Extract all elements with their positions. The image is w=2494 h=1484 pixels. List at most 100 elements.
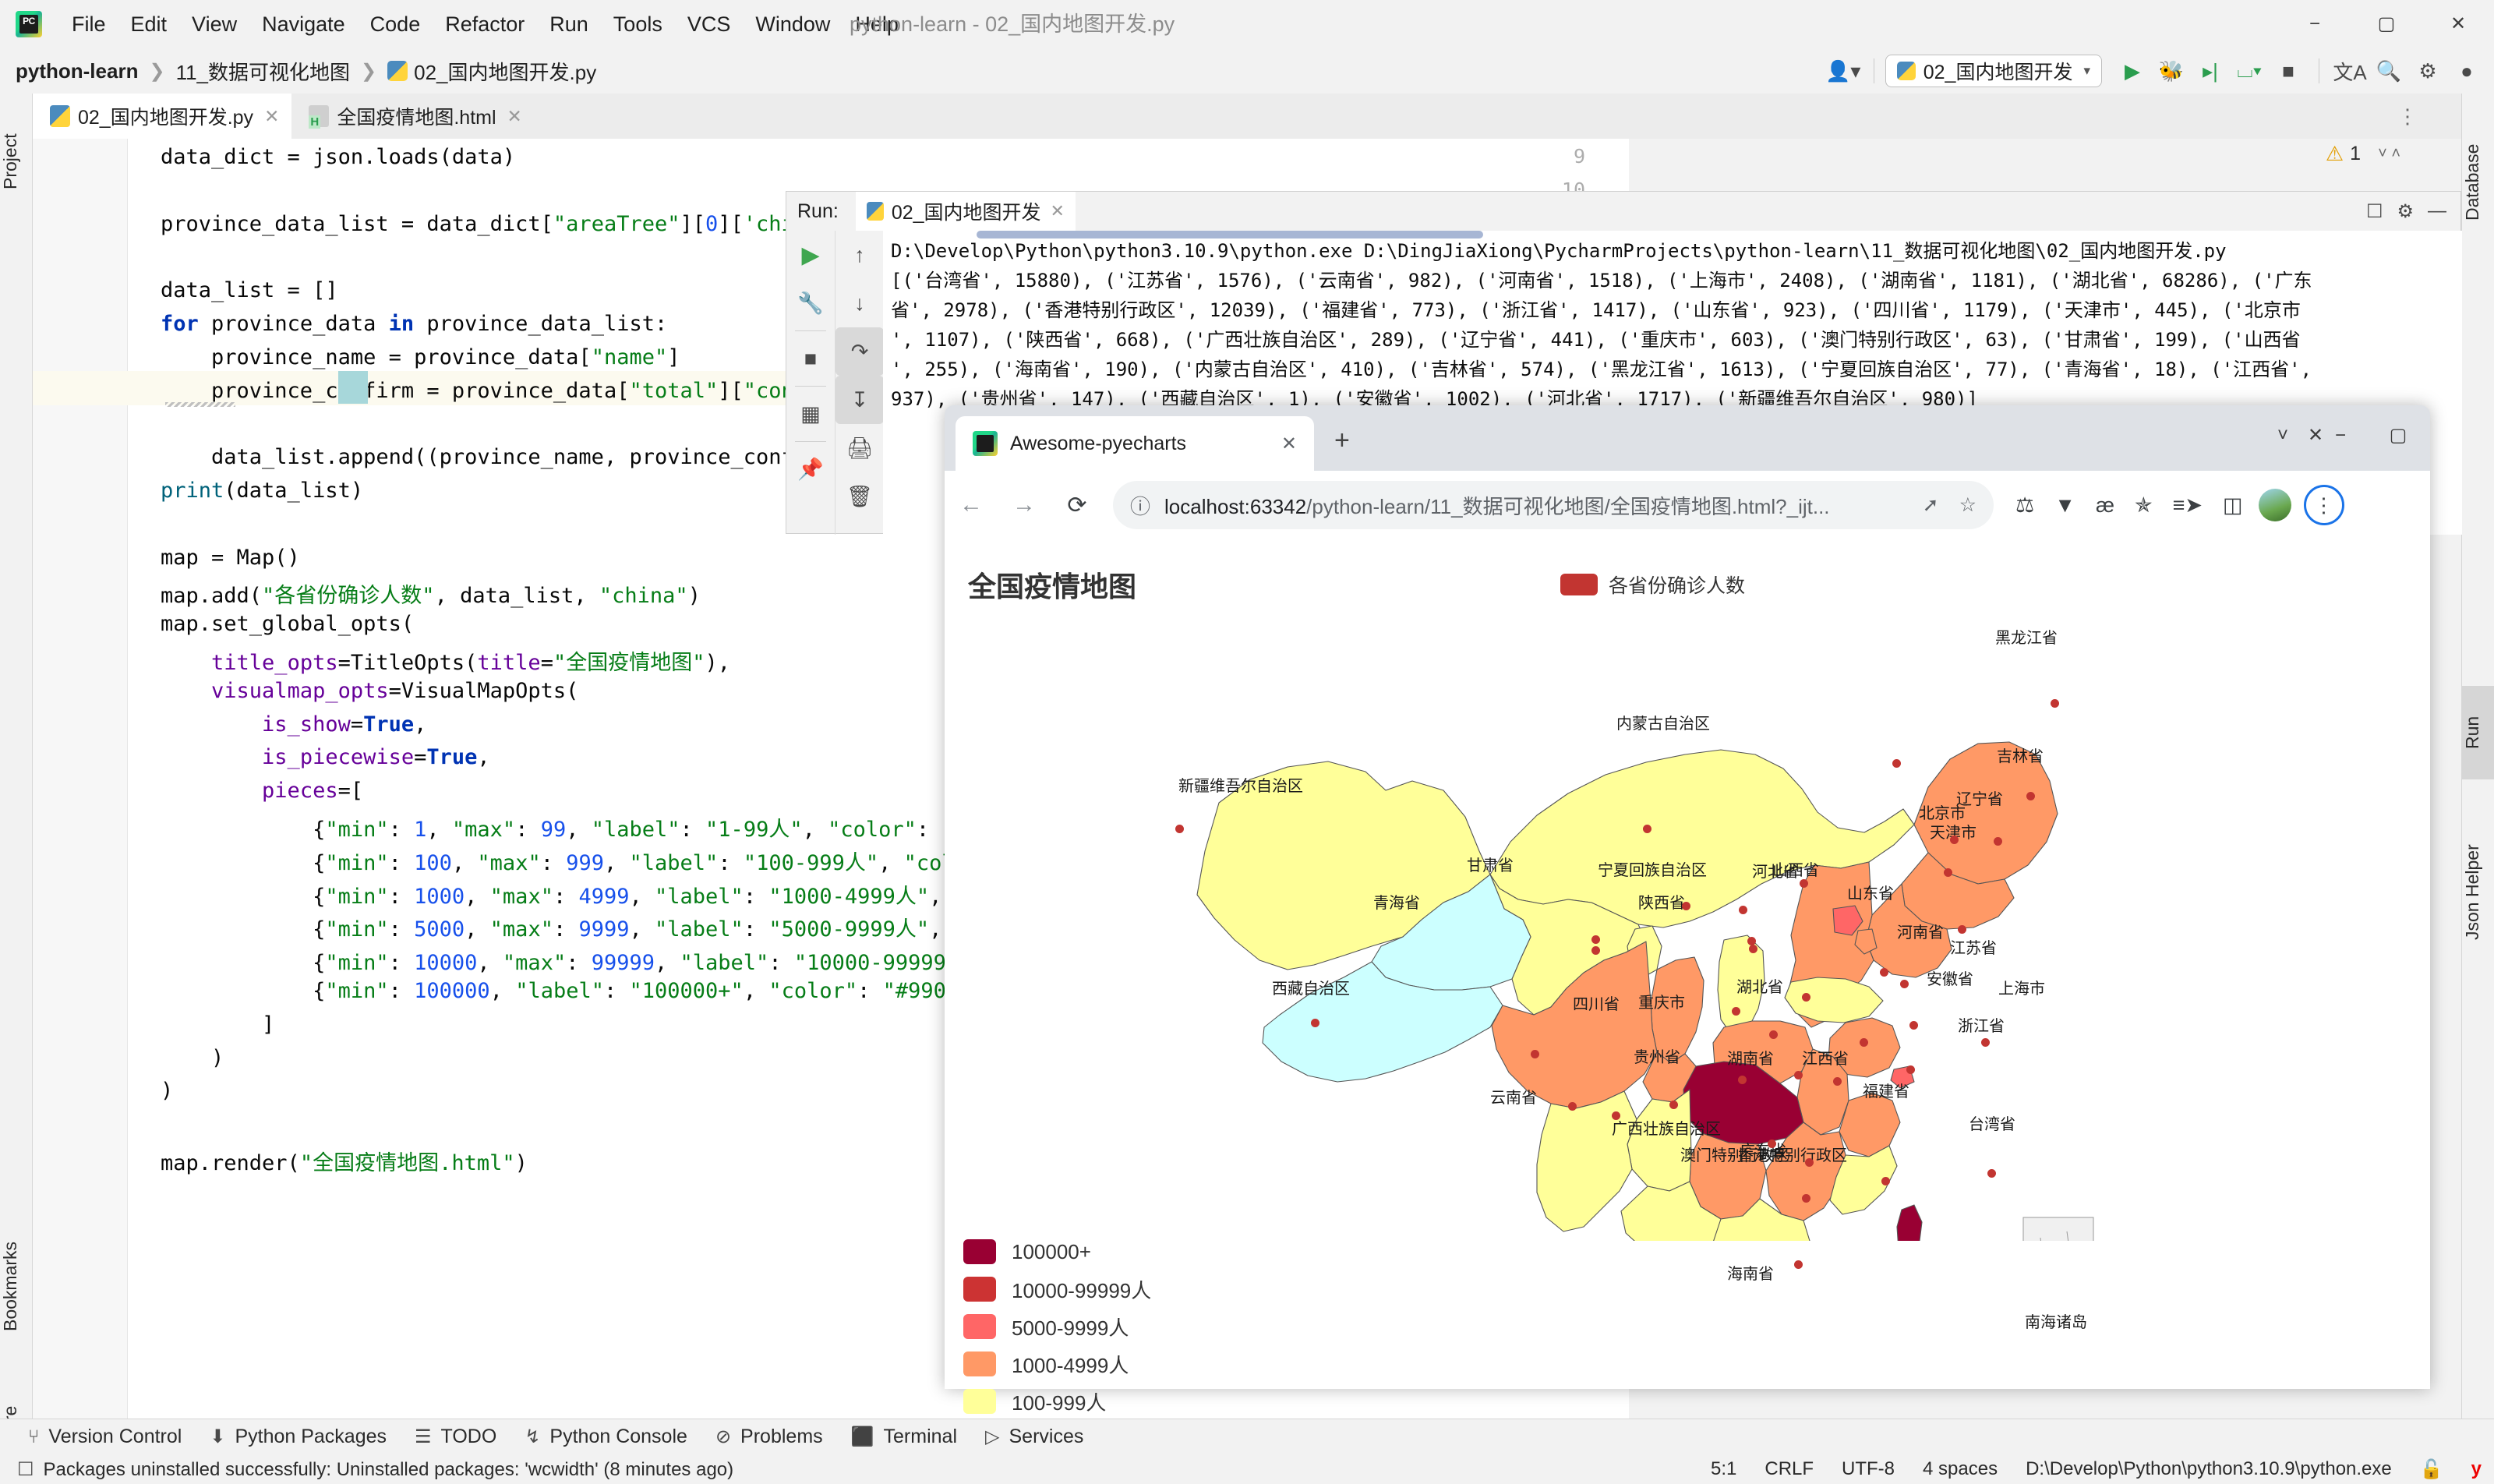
indent-setting[interactable]: 4 spaces bbox=[1923, 1458, 1998, 1480]
bottom-bar-item-terminal[interactable]: ⬛ Terminal bbox=[851, 1426, 957, 1448]
side-panel-icon[interactable]: ◫ bbox=[2223, 493, 2243, 518]
new-tab-button[interactable]: + bbox=[1334, 426, 1350, 456]
code-line[interactable]: {"min": 10000, "max": 99999, "label": "1… bbox=[161, 945, 980, 976]
wrench-icon[interactable]: 🔧 bbox=[786, 279, 835, 327]
layout-icon[interactable]: ☐ bbox=[2366, 200, 2383, 223]
menu-item-run[interactable]: Run bbox=[537, 0, 601, 48]
editor-tab-2[interactable]: 全国疫情地图.html ✕ bbox=[291, 94, 534, 139]
arrow-down-icon[interactable]: ↓ bbox=[835, 279, 884, 327]
code-line[interactable]: {"min": 1, "max": 99, "label": "1-99人", … bbox=[161, 812, 980, 843]
map-data-point[interactable] bbox=[1800, 879, 1808, 888]
code-line[interactable]: ) bbox=[161, 1046, 224, 1070]
gear-icon[interactable]: ⚙ bbox=[2397, 200, 2414, 223]
browser-close-button[interactable]: ✕ bbox=[2287, 412, 2344, 460]
bottom-bar-item-python-packages[interactable]: ⬇ Python Packages bbox=[210, 1426, 387, 1448]
code-line[interactable]: title_opts=TitleOpts(title="全国疫情地图"), bbox=[161, 645, 730, 676]
sidebar-item-bookmarks[interactable]: Bookmarks bbox=[0, 1208, 33, 1364]
map-data-point[interactable] bbox=[1892, 759, 1901, 768]
debug-icon[interactable]: 🐝 bbox=[2152, 59, 2191, 83]
reload-button[interactable]: ⟳ bbox=[1051, 492, 1104, 519]
window-minimize-button[interactable]: − bbox=[2279, 0, 2351, 48]
translate-icon[interactable]: 文A bbox=[2330, 57, 2369, 86]
map-data-point[interactable] bbox=[1987, 1169, 1996, 1178]
puzzle-icon[interactable]: ✯ bbox=[2135, 493, 2153, 518]
map-data-point[interactable] bbox=[1749, 945, 1757, 953]
code-line[interactable]: map.render("全国疫情地图.html") bbox=[161, 1146, 528, 1176]
sidebar-item-run[interactable]: Run bbox=[2462, 686, 2494, 779]
map-data-point[interactable] bbox=[1805, 1158, 1814, 1167]
map-data-point[interactable] bbox=[1794, 1260, 1803, 1269]
map-data-point[interactable] bbox=[1747, 937, 1756, 945]
map-data-point[interactable] bbox=[2026, 792, 2035, 800]
map-data-point[interactable] bbox=[1950, 836, 1959, 844]
browser-tab[interactable]: Awesome-pyecharts ✕ bbox=[956, 416, 1314, 471]
browser-maximize-button[interactable]: ▢ bbox=[2369, 412, 2427, 460]
bottom-bar-item-version-control[interactable]: ⑂ Version Control bbox=[28, 1426, 182, 1448]
china-map[interactable]: 黑龙江省 内蒙古自治区 吉林省 新疆维吾尔自治区 辽宁省 北京市 天津市 甘肃省 宁夏回族自治区… bbox=[945, 594, 2430, 1331]
code-line[interactable]: map.add("各省份确诊人数", data_list, "china") bbox=[161, 578, 701, 609]
code-line[interactable]: province_name = province_data["name"] bbox=[161, 345, 680, 369]
trash-icon[interactable]: 🗑 bbox=[835, 472, 884, 521]
breadcrumb-folder[interactable]: 11_数据可视化地图 bbox=[176, 57, 350, 86]
visualmap-item[interactable]: 10000-99999人 bbox=[963, 1270, 1151, 1308]
bottom-bar-item-services[interactable]: ▷ Services bbox=[985, 1426, 1083, 1448]
code-line[interactable]: map.set_global_opts( bbox=[161, 612, 414, 636]
menu-item-view[interactable]: View bbox=[179, 0, 249, 48]
map-data-point[interactable] bbox=[1568, 1102, 1577, 1111]
caret-position[interactable]: 5:1 bbox=[1711, 1458, 1736, 1480]
window-maximize-button[interactable]: ▢ bbox=[2351, 0, 2422, 48]
search-icon[interactable]: 🔍 bbox=[2369, 59, 2408, 83]
filter-icon[interactable]: ▼ bbox=[2054, 493, 2075, 518]
brand-icon[interactable]: y bbox=[2471, 1458, 2482, 1480]
bottom-bar-item-problems[interactable]: ⊘ Problems bbox=[715, 1426, 823, 1448]
layout-icon[interactable]: ▦ bbox=[786, 390, 835, 438]
sidebar-item-json-helper[interactable]: Json Helper bbox=[2462, 795, 2494, 990]
code-line[interactable]: data_list.append((province_name, provinc… bbox=[161, 445, 819, 469]
code-line[interactable]: data_list = [] bbox=[161, 278, 338, 302]
map-data-point[interactable] bbox=[1833, 1077, 1842, 1086]
close-icon[interactable]: ✕ bbox=[1051, 201, 1065, 221]
map-data-point[interactable] bbox=[1860, 1038, 1868, 1047]
visualmap-item[interactable]: 5000-9999人 bbox=[963, 1308, 1151, 1345]
bookmarks-manager-icon[interactable]: ⚖ bbox=[2015, 493, 2034, 518]
map-data-point[interactable] bbox=[2051, 699, 2059, 708]
code-line[interactable]: {"min": 1000, "max": 4999, "label": "100… bbox=[161, 879, 980, 910]
code-line[interactable]: is_piecewise=True, bbox=[161, 745, 490, 769]
map-data-point[interactable] bbox=[1591, 946, 1600, 955]
python-interpreter[interactable]: D:\Develop\Python\python3.10.9\python.ex… bbox=[2026, 1458, 2392, 1480]
profile-icon[interactable]: ⌴▾ bbox=[2230, 58, 2269, 83]
rerun-icon[interactable]: ▶ bbox=[786, 231, 835, 279]
menu-item-file[interactable]: File bbox=[59, 0, 118, 48]
map-data-point[interactable] bbox=[1802, 993, 1810, 1002]
close-icon[interactable]: ✕ bbox=[264, 106, 279, 127]
close-icon[interactable]: ✕ bbox=[507, 106, 522, 127]
map-data-point[interactable] bbox=[1900, 980, 1909, 988]
back-button[interactable]: ← bbox=[945, 492, 998, 518]
ai-assistant-icon[interactable]: ● bbox=[2447, 59, 2486, 83]
editor-inspection-widget[interactable]: ⚠ 1 ˅ ˄ bbox=[2326, 142, 2400, 166]
inspection-chevrons-icon[interactable]: ˅ ˄ bbox=[2378, 145, 2400, 163]
breadcrumb-project[interactable]: python-learn bbox=[16, 59, 138, 83]
console-horizontal-scrollbar[interactable] bbox=[883, 231, 2462, 238]
code-line[interactable]: pieces=[ bbox=[161, 779, 363, 803]
menu-item-refactor[interactable]: Refactor bbox=[433, 0, 537, 48]
sidebar-item-project[interactable]: Project bbox=[0, 103, 33, 220]
window-close-button[interactable]: ✕ bbox=[2422, 0, 2494, 48]
map-data-point[interactable] bbox=[1958, 925, 1966, 934]
map-data-point[interactable] bbox=[1612, 1111, 1620, 1120]
stop-icon[interactable]: ■ bbox=[786, 334, 835, 383]
print-icon[interactable]: 🖨 bbox=[835, 424, 884, 472]
run-button[interactable]: ▶ bbox=[2113, 59, 2152, 83]
scroll-to-end-icon[interactable]: ↧ bbox=[835, 376, 884, 424]
account-icon[interactable]: 👤▾ bbox=[1824, 59, 1863, 83]
map-data-point[interactable] bbox=[1880, 968, 1888, 977]
map-data-point[interactable] bbox=[1732, 1007, 1740, 1016]
run-tab[interactable]: 02_国内地图开发 ✕ bbox=[855, 192, 1076, 231]
editor-tab-1[interactable]: 02_国内地图开发.py ✕ bbox=[33, 94, 292, 139]
menu-item-vcs[interactable]: VCS bbox=[675, 0, 744, 48]
bottom-bar-item-todo[interactable]: ☰ TODO bbox=[415, 1426, 496, 1448]
address-bar[interactable]: ⓘ localhost:63342/python-learn/11_数据可视化地… bbox=[1113, 481, 1994, 529]
map-data-point[interactable] bbox=[1994, 837, 2002, 846]
map-data-point[interactable] bbox=[1881, 1177, 1890, 1185]
soft-wrap-icon[interactable]: ↷ bbox=[835, 327, 884, 376]
